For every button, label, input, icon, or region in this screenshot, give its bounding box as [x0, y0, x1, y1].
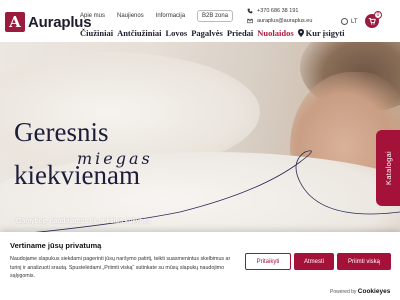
email-row[interactable]: auraplus@auraplus.eu [247, 16, 312, 26]
cookie-reject-button[interactable]: Atmesti [294, 253, 334, 270]
powered-by[interactable]: Powered by Cookieyes [330, 288, 390, 295]
globe-icon [341, 18, 348, 25]
nav-item-sale[interactable]: Nuolaidos [257, 28, 293, 38]
b2b-zone-button[interactable]: B2B zona [197, 10, 234, 22]
where-to-buy-label: Kur įsigyti [305, 28, 345, 38]
cart-count-badge: 0 [374, 11, 382, 19]
language-selector[interactable]: LT [341, 18, 358, 25]
phone-number: +370 686 38 191 [257, 8, 299, 14]
cookie-banner: Vertiname jūsų privatumą Naudojame slapu… [0, 232, 400, 300]
hero-swoosh-line [19, 150, 400, 235]
link-news[interactable]: Naujienos [117, 13, 144, 19]
logo-mark: A [5, 12, 25, 32]
language-code: LT [351, 18, 358, 25]
link-info[interactable]: Informacija [156, 13, 185, 19]
hero-subtitle: Gamyboje naudojamos tik aukštos kokybės [16, 218, 151, 225]
cookie-customize-button[interactable]: Pritaikyti [245, 253, 291, 270]
nav-item-toppers[interactable]: Antčiužiniai [117, 28, 161, 38]
email-address: auraplus@auraplus.eu [257, 18, 313, 24]
link-about[interactable]: Apie mus [80, 13, 105, 19]
nav-item-mattresses[interactable]: Čiužiniai [80, 28, 113, 38]
cookie-text: Naudojame slapukus siekdami pagerinti jū… [10, 256, 231, 279]
phone-row[interactable]: +370 686 38 191 [247, 6, 312, 16]
site-header: A Auraplus Apie mus Naujienos Informacij… [0, 0, 400, 42]
contacts: +370 686 38 191 auraplus@auraplus.eu [247, 6, 312, 26]
cookie-accept-all-button[interactable]: Priimti viską [337, 253, 391, 270]
cookie-title: Vertiname jūsų privatumą [10, 241, 102, 250]
location-pin-icon [297, 29, 304, 37]
powered-by-label: Powered by [330, 289, 357, 295]
catalogs-side-tab[interactable]: Katalogai [376, 130, 400, 206]
mail-icon [247, 18, 253, 24]
nav-item-accessories[interactable]: Priedai [227, 28, 253, 38]
main-nav: Čiužiniai Antčiužiniai Lovos Pagalvės Pr… [80, 28, 344, 38]
powered-by-brand: Cookieyes [357, 288, 391, 295]
logo[interactable]: A Auraplus [5, 12, 92, 32]
nav-item-where-to-buy[interactable]: Kur įsigyti [297, 28, 345, 38]
nav-item-pillows[interactable]: Pagalvės [191, 28, 223, 38]
hero-heading-line3: kiekvienam [14, 160, 140, 190]
hero-banner: Geresnis miegas kiekvienam Gamyboje naud… [0, 42, 400, 240]
top-links: Apie mus Naujienos Informacija B2B zona [80, 10, 234, 22]
nav-item-beds[interactable]: Lovos [165, 28, 187, 38]
hero-heading-line1: Geresnis [14, 117, 109, 147]
phone-icon [247, 8, 253, 14]
catalogs-label: Katalogai [383, 151, 393, 185]
